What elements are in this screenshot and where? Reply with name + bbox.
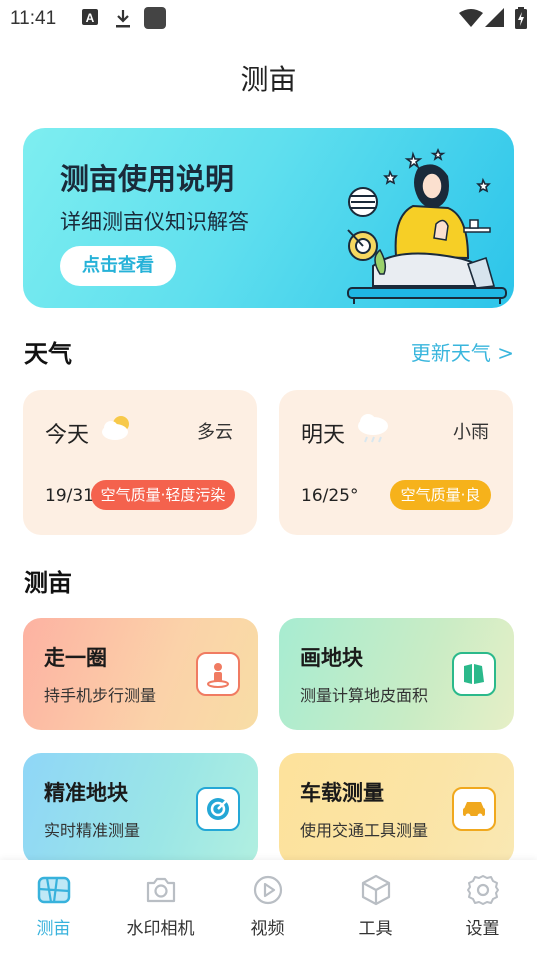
tab-label: 测亩	[36, 919, 71, 939]
vehicle-measure-card[interactable]: 车载测量 使用交通工具测量	[279, 753, 514, 865]
tab-label: 水印相机	[126, 919, 195, 939]
gear-icon	[466, 873, 500, 907]
status-bar: 11:41 A	[0, 0, 537, 36]
box-icon	[359, 873, 393, 907]
update-weather-link[interactable]: 更新天气 >	[411, 337, 514, 366]
feature-subtitle: 持手机步行测量	[44, 686, 157, 705]
view-button[interactable]: 点击查看	[60, 246, 176, 286]
air-quality-badge: 空气质量·轻度污染	[91, 480, 235, 510]
feature-title: 走一圈	[44, 645, 107, 670]
tab-settings[interactable]: 设置	[429, 860, 536, 956]
tab-video[interactable]: 视频	[214, 860, 321, 956]
light-rain-icon	[355, 412, 391, 450]
weather-card-today[interactable]: 今天 多云 19/31 空气质量·轻度污染	[23, 390, 257, 535]
measure-section-title: 测亩	[24, 569, 72, 597]
weather-temperature: 19/31	[45, 486, 94, 506]
feature-subtitle: 实时精准测量	[44, 821, 141, 840]
map-icon	[37, 873, 71, 907]
battery-icon	[515, 7, 527, 33]
tab-tools[interactable]: 工具	[322, 860, 429, 956]
tab-label: 视频	[250, 919, 285, 939]
feature-title: 精准地块	[44, 780, 128, 805]
page-title: 测亩	[240, 63, 297, 96]
weather-card-tomorrow[interactable]: 明天 小雨 16/25° 空气质量·良	[279, 390, 513, 535]
feature-subtitle: 测量计算地皮面积	[300, 686, 429, 705]
banner-subtitle: 详细测亩仪知识解答	[60, 210, 249, 234]
weather-condition: 多云	[197, 422, 233, 443]
walking-person-icon	[196, 652, 240, 696]
car-icon	[452, 787, 496, 831]
guide-banner[interactable]: 测亩使用说明 详细测亩仪知识解答 点击查看	[23, 128, 514, 308]
draw-plot-card[interactable]: 画地块 测量计算地皮面积	[279, 618, 514, 730]
tab-label: 工具	[358, 919, 393, 939]
weather-day: 明天	[301, 423, 346, 448]
partly-cloudy-icon	[99, 412, 135, 446]
weather-section-title: 天气	[24, 340, 72, 368]
tab-measure[interactable]: 测亩	[0, 860, 107, 956]
air-quality-badge: 空气质量·良	[390, 480, 491, 510]
wifi-icon	[459, 8, 483, 32]
walk-around-card[interactable]: 走一圈 持手机步行测量	[23, 618, 258, 730]
status-time: 11:41	[10, 8, 57, 29]
app-square-icon	[144, 7, 166, 33]
weather-day: 今天	[45, 423, 90, 448]
feature-title: 画地块	[300, 645, 363, 670]
reading-woman-illustration	[318, 146, 508, 308]
feature-subtitle: 使用交通工具测量	[300, 821, 429, 840]
camera-icon	[144, 873, 178, 907]
bottom-tab-bar: 测亩 水印相机 视频 工具 设置	[0, 860, 537, 956]
download-icon	[114, 9, 132, 33]
font-a-icon: A	[82, 9, 98, 29]
svg-text:A: A	[86, 11, 95, 25]
signal-icon	[485, 8, 505, 32]
tab-watermark-camera[interactable]: 水印相机	[107, 860, 214, 956]
map-plot-icon	[452, 652, 496, 696]
target-icon	[196, 787, 240, 831]
precise-plot-card[interactable]: 精准地块 实时精准测量	[23, 753, 258, 865]
play-icon	[251, 873, 285, 907]
weather-condition: 小雨	[453, 422, 489, 443]
weather-temperature: 16/25°	[301, 486, 359, 506]
tab-label: 设置	[465, 919, 500, 939]
banner-title: 测亩使用说明	[60, 162, 235, 196]
feature-title: 车载测量	[300, 780, 384, 805]
